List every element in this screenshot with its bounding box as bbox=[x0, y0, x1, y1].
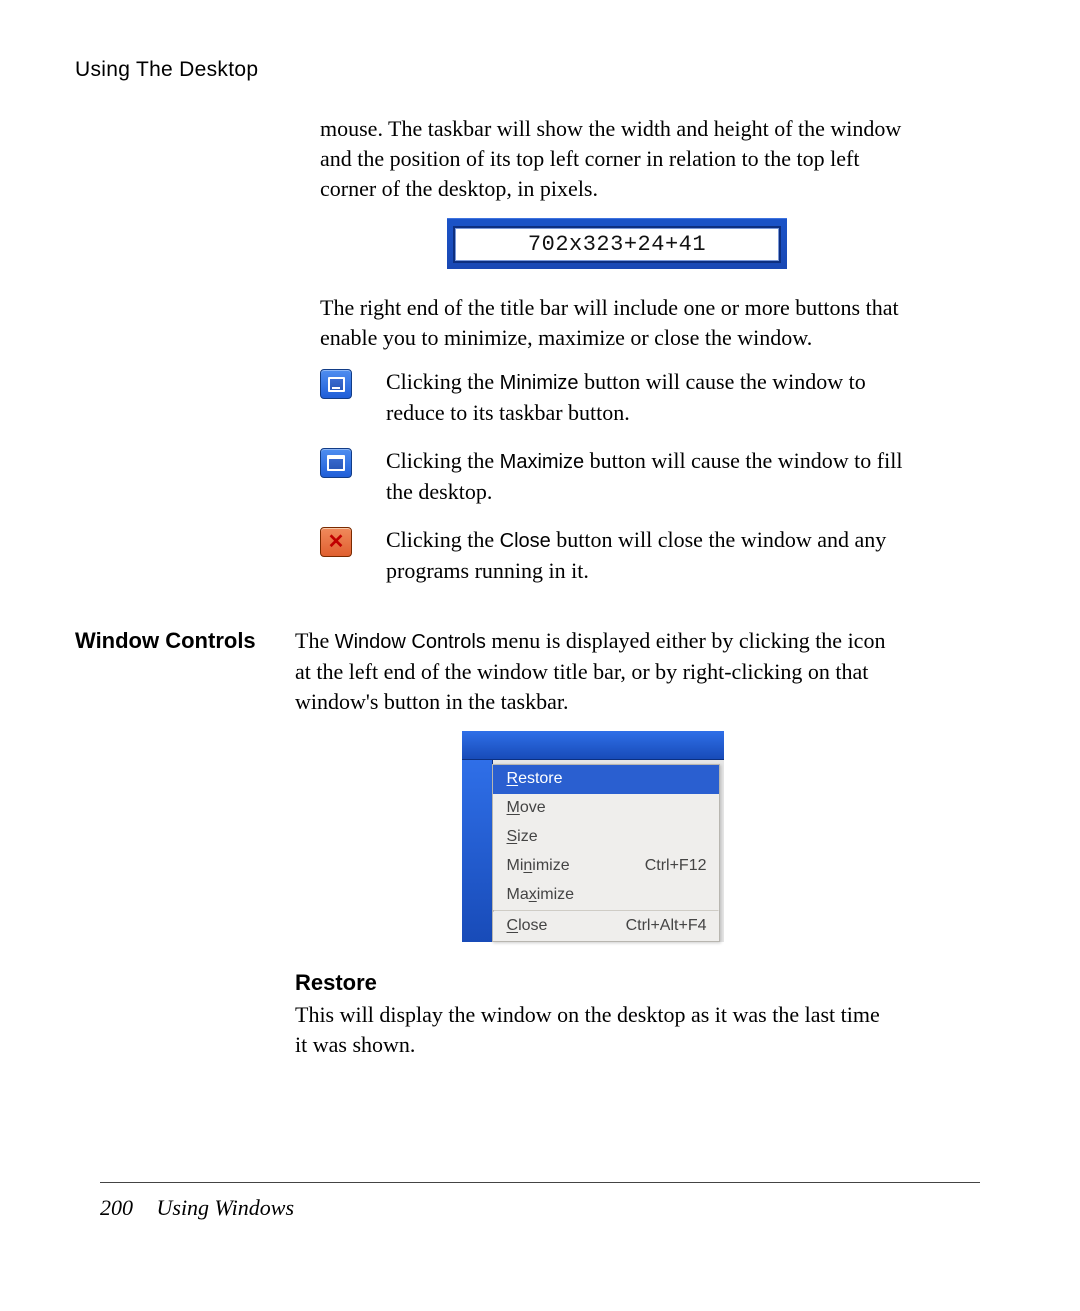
menu-item-move[interactable]: Move bbox=[493, 794, 719, 823]
intro-paragraph-1: mouse. The taskbar will show the width a… bbox=[320, 114, 914, 204]
menu-item-restore[interactable]: Restore bbox=[493, 765, 719, 794]
menu-item-minimize[interactable]: Minimize Ctrl+F12 bbox=[493, 852, 719, 881]
row-minimize: Clicking the Minimize button will cause … bbox=[320, 367, 914, 428]
restore-body: This will display the window on the desk… bbox=[295, 1000, 890, 1060]
menu-item-move-post: ove bbox=[520, 799, 546, 816]
menu-item-maximize[interactable]: Maximize bbox=[493, 881, 719, 910]
menu-item-size-mnemonic: S bbox=[507, 828, 518, 845]
minimize-kw: Minimize bbox=[500, 372, 579, 394]
close-icon: ✕ bbox=[320, 527, 352, 557]
maximize-pre: Clicking the bbox=[386, 448, 500, 473]
footer: 200 Using Windows bbox=[100, 1195, 294, 1221]
menu-item-close-accel: Ctrl+Alt+F4 bbox=[626, 916, 707, 936]
minimize-icon bbox=[320, 369, 352, 399]
menu-item-restore-post: estore bbox=[518, 770, 562, 787]
minimize-pre: Clicking the bbox=[386, 369, 500, 394]
restore-heading: Restore bbox=[295, 970, 890, 996]
figure-taskbar-coords: 702x323+24+41 bbox=[447, 218, 787, 269]
menu-item-maximize-post: imize bbox=[537, 886, 574, 903]
footer-section: Using Windows bbox=[157, 1195, 295, 1220]
maximize-icon bbox=[320, 448, 352, 478]
menu-item-maximize-pre: Ma bbox=[507, 886, 529, 903]
section-paragraph: The Window Controls menu is displayed ei… bbox=[295, 626, 890, 717]
menu-titlebar bbox=[462, 731, 724, 760]
section-para-pre: The bbox=[295, 628, 335, 653]
taskbar-coords-text: 702x323+24+41 bbox=[528, 232, 706, 257]
intro-paragraph-2: The right end of the title bar will incl… bbox=[320, 293, 914, 353]
close-pre: Clicking the bbox=[386, 527, 500, 552]
menu-item-size-post: ize bbox=[517, 828, 537, 845]
close-description: Clicking the Close button will close the… bbox=[386, 525, 914, 586]
section-heading: Window Controls bbox=[75, 626, 295, 654]
menu-client: Restore Move Size bbox=[493, 760, 724, 942]
menu-item-minimize-accel: Ctrl+F12 bbox=[645, 856, 707, 876]
running-header: Using The Desktop bbox=[75, 58, 980, 82]
maximize-description: Clicking the Maximize button will cause … bbox=[386, 446, 914, 507]
menu-item-close[interactable]: Close Ctrl+Alt+F4 bbox=[493, 912, 719, 941]
close-kw: Close bbox=[500, 530, 551, 552]
menu-panel: Restore Move Size bbox=[492, 764, 720, 942]
menu-item-minimize-post: imize bbox=[532, 857, 569, 874]
page-number: 200 bbox=[100, 1195, 133, 1220]
menu-sidebar bbox=[462, 760, 493, 942]
menu-item-move-mnemonic: M bbox=[507, 799, 520, 816]
section-para-kw: Window Controls bbox=[335, 631, 486, 653]
taskbar-inner: 702x323+24+41 bbox=[453, 226, 781, 263]
page: Using The Desktop mouse. The taskbar wil… bbox=[0, 0, 1080, 1311]
menu-item-minimize-mnemonic: n bbox=[523, 857, 532, 874]
maximize-kw: Maximize bbox=[500, 451, 584, 473]
menu-item-minimize-pre: Mi bbox=[507, 857, 524, 874]
footer-rule bbox=[100, 1182, 980, 1183]
menu-top: Restore Move Size bbox=[462, 760, 724, 942]
menu-item-close-post: lose bbox=[518, 917, 547, 934]
taskbar-outer: 702x323+24+41 bbox=[447, 218, 787, 269]
menu-item-restore-mnemonic: R bbox=[507, 770, 519, 787]
section-body: The Window Controls menu is displayed ei… bbox=[295, 626, 890, 1074]
section-window-controls: Window Controls The Window Controls menu… bbox=[100, 626, 980, 1074]
menu-item-close-mnemonic: C bbox=[507, 917, 519, 934]
body-column: mouse. The taskbar will show the width a… bbox=[320, 114, 914, 586]
minimize-description: Clicking the Minimize button will cause … bbox=[386, 367, 914, 428]
row-maximize: Clicking the Maximize button will cause … bbox=[320, 446, 914, 507]
row-close: ✕ Clicking the Close button will close t… bbox=[320, 525, 914, 586]
menu-item-size[interactable]: Size bbox=[493, 823, 719, 852]
figure-window-controls-menu: Restore Move Size bbox=[462, 731, 724, 942]
menu-item-maximize-mnemonic: x bbox=[529, 886, 537, 903]
